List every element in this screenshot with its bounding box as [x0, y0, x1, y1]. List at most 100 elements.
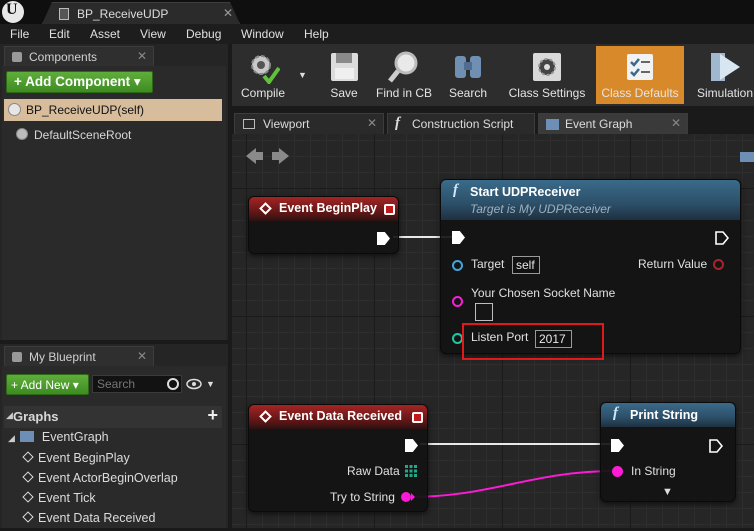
node-event-beginplay[interactable]: Event BeginPlay: [248, 196, 399, 254]
search-input[interactable]: [93, 376, 163, 392]
my-blueprint-panel: My Blueprint ✕ + Add New ▾ ◢ Graphs + ◢ …: [0, 344, 228, 528]
blueprint-search[interactable]: [92, 375, 182, 393]
viewport-tab-label: Viewport: [263, 117, 310, 131]
return-value-label: Return Value: [638, 257, 708, 271]
save-button[interactable]: Save: [320, 46, 368, 104]
try-to-string-pin[interactable]: [400, 491, 416, 503]
return-value-pin[interactable]: [713, 259, 724, 270]
exec-out-pin[interactable]: [377, 232, 390, 245]
class-defaults-button[interactable]: Class Defaults: [596, 46, 684, 104]
search-icon[interactable]: [167, 378, 179, 390]
node-title: Event BeginPlay: [279, 201, 377, 215]
tab-components[interactable]: Components ✕: [4, 46, 154, 66]
menu-window[interactable]: Window: [241, 27, 284, 41]
in-string-pin[interactable]: [612, 466, 623, 477]
search-label: Search: [448, 86, 488, 100]
event-icon: [22, 451, 34, 463]
menu-view[interactable]: View: [140, 27, 166, 41]
add-graph-icon[interactable]: +: [207, 405, 218, 426]
chevron-down-icon[interactable]: ▼: [206, 379, 215, 389]
event-icon: [22, 511, 34, 523]
simulation-play-icon: [711, 53, 740, 81]
blueprint-icon: [12, 352, 22, 362]
document-tab-label: BP_ReceiveUDP: [77, 7, 169, 21]
menu-file[interactable]: File: [10, 27, 29, 41]
event-label: Event BeginPlay: [38, 451, 130, 465]
socket-name-pin[interactable]: [452, 296, 463, 307]
component-item-self[interactable]: BP_ReceiveUDP(self): [4, 99, 222, 121]
component-item-scene-root[interactable]: DefaultSceneRoot: [12, 124, 230, 146]
menu-help[interactable]: Help: [304, 27, 329, 41]
view-options-eye-icon[interactable]: [186, 378, 202, 390]
eventgraph-label: EventGraph: [41, 430, 109, 444]
target-value: self: [512, 256, 540, 274]
component-label: DefaultSceneRoot: [34, 128, 132, 142]
graph-icon: [740, 152, 754, 162]
tab-event-graph[interactable]: Event Graph ✕: [538, 113, 688, 134]
close-icon[interactable]: ✕: [671, 116, 681, 130]
tree-item-event[interactable]: Event BeginPlay: [22, 451, 130, 471]
components-tab-label: Components: [29, 50, 98, 64]
graphs-section-header[interactable]: ◢ Graphs +: [4, 405, 222, 428]
in-string-label: In String: [631, 464, 676, 478]
try-to-string-label: Try to String: [330, 490, 395, 504]
close-icon[interactable]: ✕: [223, 6, 233, 20]
node-title: Print String: [630, 408, 699, 422]
menu-asset[interactable]: Asset: [90, 27, 120, 41]
node-print-string[interactable]: f Print String In String ▼: [600, 402, 736, 502]
event-label: Event Tick: [38, 491, 96, 505]
node-subtitle: Target is My UDPReceiver: [470, 202, 611, 216]
simulation-label: Simulation: [696, 86, 754, 100]
exec-out-pin[interactable]: [715, 231, 729, 245]
compile-gear-icon: [251, 55, 280, 84]
node-title: Start UDPReceiver: [470, 185, 581, 199]
tab-construction-script[interactable]: f Construction Script: [387, 113, 535, 134]
tab-viewport[interactable]: Viewport ✕: [234, 113, 384, 134]
advanced-pins-chevron-icon[interactable]: ▼: [662, 486, 673, 498]
add-component-button[interactable]: + Add Component ▾: [6, 71, 153, 93]
menu-edit[interactable]: Edit: [49, 27, 70, 41]
function-icon: f: [395, 115, 400, 131]
construction-script-tab-label: Construction Script: [412, 117, 514, 131]
listen-port-highlight-box: [462, 323, 604, 360]
event-graph-tab-label: Event Graph: [565, 117, 633, 131]
compile-button[interactable]: Compile: [234, 46, 292, 104]
toolbar: Compile ▼ Save Find in CB Search Class S…: [232, 44, 754, 106]
graphs-label: Graphs: [13, 409, 59, 424]
compile-options-chevron-icon[interactable]: ▼: [298, 70, 307, 80]
close-icon[interactable]: ✕: [137, 49, 147, 63]
tree-item-event[interactable]: Event ActorBeginOverlap: [22, 471, 178, 491]
exec-in-pin[interactable]: [611, 439, 624, 452]
node-event-data-received[interactable]: Event Data Received Raw Data Try to Stri…: [248, 404, 428, 512]
exec-out-pin[interactable]: [709, 439, 723, 453]
tree-item-event[interactable]: Event Tick: [22, 491, 96, 511]
tree-item-event[interactable]: Event Data Received: [22, 511, 155, 531]
node-title: Event Data Received: [279, 409, 402, 423]
close-icon[interactable]: ✕: [367, 116, 377, 130]
blueprint-file-icon: [59, 8, 69, 20]
find-in-cb-button[interactable]: Find in CB: [372, 46, 436, 104]
tab-my-blueprint[interactable]: My Blueprint ✕: [4, 346, 154, 366]
exec-in-pin[interactable]: [452, 231, 465, 244]
scene-component-icon: [16, 128, 28, 140]
tree-item-eventgraph[interactable]: ◢ EventGraph: [8, 430, 109, 450]
class-settings-button[interactable]: Class Settings: [502, 46, 592, 104]
components-icon: [12, 52, 22, 62]
binoculars-icon: [455, 56, 481, 78]
socket-name-checkbox[interactable]: [475, 303, 493, 321]
graph-icon: [20, 431, 35, 442]
exec-out-pin[interactable]: [405, 439, 418, 452]
simulation-button[interactable]: Simulation: [690, 46, 754, 104]
target-pin[interactable]: [452, 260, 463, 271]
unreal-logo-icon[interactable]: U: [2, 1, 24, 23]
menu-debug[interactable]: Debug: [186, 27, 221, 41]
raw-data-array-pin[interactable]: [405, 465, 417, 477]
event-graph-canvas[interactable]: Event BeginPlay f Start UDPReceiver Targ…: [232, 134, 754, 528]
string-wire: [408, 470, 616, 498]
title-bar: U BP_ReceiveUDP ✕: [0, 0, 754, 24]
document-tab[interactable]: BP_ReceiveUDP ✕: [42, 2, 240, 24]
socket-name-label: Your Chosen Socket Name: [471, 286, 616, 300]
close-icon[interactable]: ✕: [137, 349, 147, 363]
add-new-button[interactable]: + Add New ▾: [6, 374, 89, 395]
search-button[interactable]: Search: [444, 46, 492, 104]
